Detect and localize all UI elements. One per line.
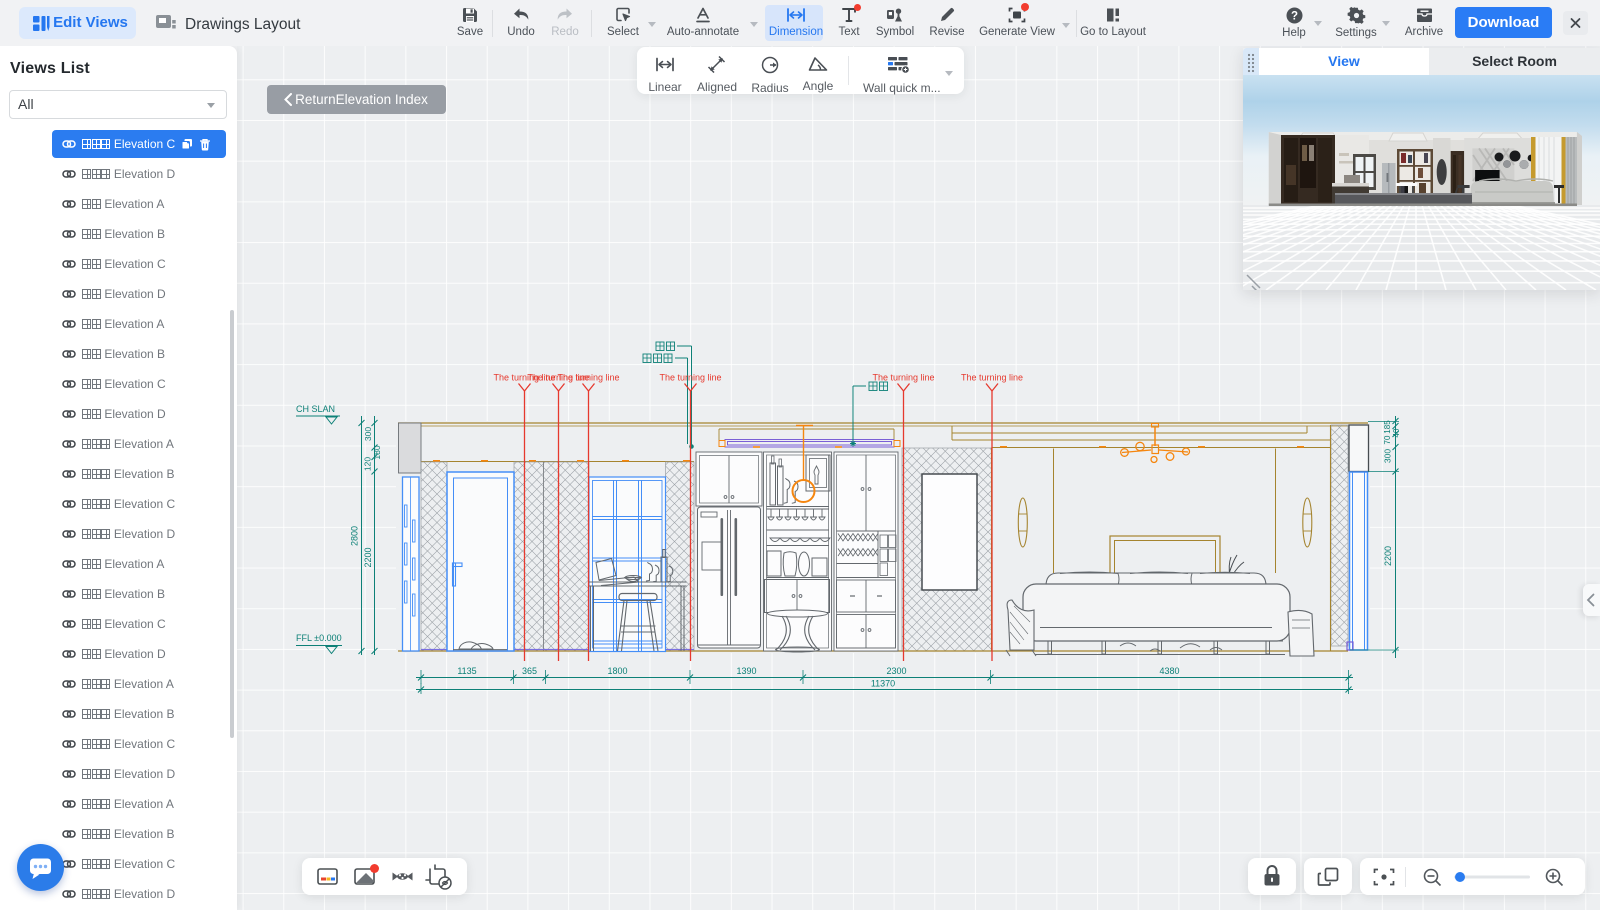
svg-text:?: ?	[1290, 11, 1297, 23]
